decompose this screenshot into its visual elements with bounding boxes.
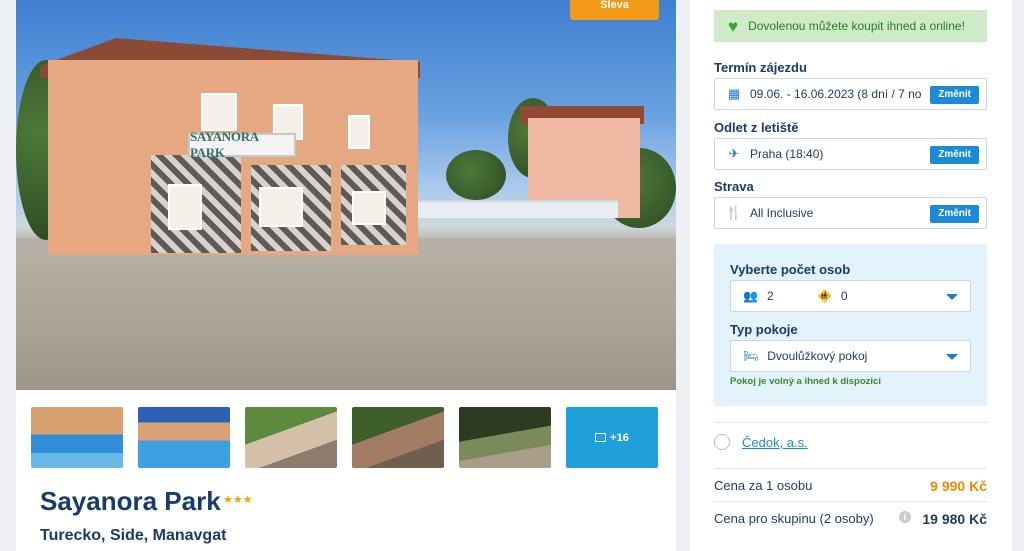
- child-icon: 🚸: [816, 289, 832, 303]
- photo-window: [352, 191, 386, 225]
- departure-value: Praha (18:40): [750, 147, 824, 161]
- change-date-button[interactable]: Změnit: [930, 86, 979, 104]
- chevron-down-icon: [946, 354, 958, 360]
- price-per-person-value: 9 990 Kč: [930, 478, 987, 494]
- photo-hotel-sign: SAYANORA PARK: [188, 129, 296, 160]
- thumbnail-photo[interactable]: [31, 407, 123, 468]
- divider: [714, 422, 987, 423]
- children-count: 0: [840, 289, 848, 303]
- price-per-group-label: Cena pro skupinu (2 osoby): [714, 511, 874, 526]
- price-per-group: Cena pro skupinu (2 osoby) i 19 980 Kč: [714, 511, 987, 527]
- travel-agency: Čedok, a.s.: [714, 434, 808, 450]
- photo-window: [168, 184, 202, 230]
- booking-sidebar: ♥ Dovolenou můžete koupit ihned a online…: [690, 0, 1012, 551]
- board-label: Strava: [714, 179, 754, 194]
- plane-icon: ✈: [728, 146, 740, 161]
- agency-link[interactable]: Čedok, a.s.: [742, 435, 808, 450]
- online-purchase-banner: ♥ Dovolenou můžete koupit ihned a online…: [714, 10, 987, 42]
- change-departure-button[interactable]: Změnit: [930, 146, 979, 164]
- adults-icon: 👥: [743, 289, 758, 303]
- thumbnail-photo[interactable]: [352, 407, 444, 468]
- more-photos-button[interactable]: +16: [566, 407, 658, 468]
- divider: [714, 468, 987, 469]
- thumbnail-photo[interactable]: [459, 407, 551, 468]
- price-per-person: Cena za 1 osobu 9 990 Kč: [714, 478, 987, 494]
- photo-tree: [446, 150, 506, 200]
- price-per-person-label: Cena za 1 osobu: [714, 478, 813, 493]
- discount-badge: Sleva: [570, 0, 659, 20]
- hotel-main-photo[interactable]: SAYANORA PARK Sleva: [16, 0, 676, 390]
- change-board-button[interactable]: Změnit: [930, 205, 979, 223]
- room-type-label: Typ pokoje: [730, 322, 798, 337]
- photo-ground: [16, 238, 676, 390]
- room-type-value: Dvoulůžkový pokoj: [767, 349, 868, 363]
- departure-label: Odlet z letiště: [714, 120, 799, 135]
- date-value: 09.06. - 16.06.2023 (8 dní / 7 nocí): [750, 87, 922, 101]
- more-photos-count: +16: [610, 431, 629, 444]
- thumbnail-photo[interactable]: [245, 407, 337, 468]
- board-value: All Inclusive: [750, 206, 814, 220]
- hotel-detail-panel: SAYANORA PARK Sleva +16 Sayanora Park ★★…: [16, 0, 676, 551]
- banner-text: Dovolenou můžete koupit ihned a online!: [748, 19, 965, 33]
- departure-field[interactable]: ✈ Praha (18:40) Změnit: [714, 138, 987, 170]
- board-field[interactable]: 🍴 All Inclusive Změnit: [714, 197, 987, 229]
- availability-text: Pokoj je volný a ihned k dispozici: [730, 376, 881, 387]
- photo-fence: [418, 200, 618, 218]
- hotel-location: Turecko, Side, Manavgat: [40, 527, 227, 544]
- thumbnail-photo[interactable]: [138, 407, 230, 468]
- hotel-stars: ★★★: [223, 494, 253, 506]
- divider: [714, 501, 987, 502]
- globe-icon: [714, 434, 730, 450]
- persons-label: Vyberte počet osob: [730, 262, 851, 277]
- price-per-group-value: 19 980 Kč: [922, 511, 987, 527]
- room-selection-box: Vyberte počet osob 👥 2 🚸 0 Typ pokoje 🛏 …: [714, 244, 987, 406]
- calendar-icon: ▦: [727, 86, 741, 101]
- image-icon: [595, 433, 607, 442]
- room-type-select[interactable]: 🛏 Dvoulůžkový pokoj: [730, 340, 971, 372]
- cutlery-icon: 🍴: [725, 205, 743, 220]
- photo-thumbnails: +16: [31, 407, 659, 468]
- chevron-down-icon: [946, 294, 958, 300]
- info-icon[interactable]: i: [899, 511, 911, 523]
- bed-icon: 🛏: [743, 349, 759, 363]
- heart-icon: ♥: [728, 16, 739, 36]
- photo-window: [259, 187, 303, 227]
- photo-window: [348, 115, 370, 149]
- date-field[interactable]: ▦ 09.06. - 16.06.2023 (8 dní / 7 nocí) Z…: [714, 78, 987, 110]
- photo-window: [201, 93, 237, 131]
- persons-select[interactable]: 👥 2 🚸 0: [730, 280, 971, 312]
- adults-count: 2: [766, 289, 774, 303]
- hotel-name: Sayanora Park: [40, 486, 221, 516]
- date-label: Termín zájezdu: [714, 60, 807, 75]
